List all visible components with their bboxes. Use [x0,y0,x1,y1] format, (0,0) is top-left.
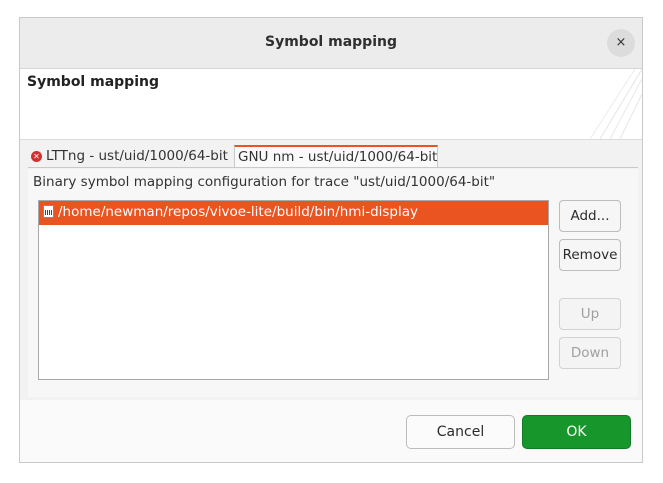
binary-file-list[interactable]: /home/newman/repos/vivoe-lite/build/bin/… [38,200,549,380]
tab-divider [28,167,638,168]
file-path: /home/newman/repos/vivoe-lite/build/bin/… [58,204,419,220]
header-banner: Symbol mapping [20,69,642,140]
list-item[interactable]: /home/newman/repos/vivoe-lite/build/bin/… [39,201,548,225]
tab-gnu-nm[interactable]: GNU nm - ust/uid/1000/64-bit [234,145,438,168]
down-button[interactable]: Down [559,337,621,369]
cancel-button[interactable]: Cancel [406,415,515,449]
up-button[interactable]: Up [559,298,621,330]
dialog-content: ✕ LTTng - ust/uid/1000/64-bit GNU nm - us… [20,140,642,400]
add-button[interactable]: Add... [559,200,621,232]
tab-label: LTTng - ust/uid/1000/64-bit [46,148,228,164]
dialog-title: Symbol mapping [265,34,397,50]
close-button[interactable]: × [607,29,635,57]
title-bar: Symbol mapping × [20,18,642,69]
error-icon: ✕ [31,151,42,162]
banner-decoration [589,69,642,139]
ok-button[interactable]: OK [522,415,631,449]
banner-title: Symbol mapping [27,74,159,90]
close-icon: × [615,35,627,50]
remove-button[interactable]: Remove [559,239,621,271]
panel-description: Binary symbol mapping configuration for … [33,174,496,190]
tab-lttng[interactable]: ✕ LTTng - ust/uid/1000/64-bit [31,146,236,167]
tab-label: GNU nm - ust/uid/1000/64-bit [238,149,438,165]
binary-file-icon [43,205,54,218]
symbol-mapping-dialog: Symbol mapping × Symbol mapping ✕ LTTng -… [19,17,643,463]
tab-panel: Binary symbol mapping configuration for … [28,169,638,397]
